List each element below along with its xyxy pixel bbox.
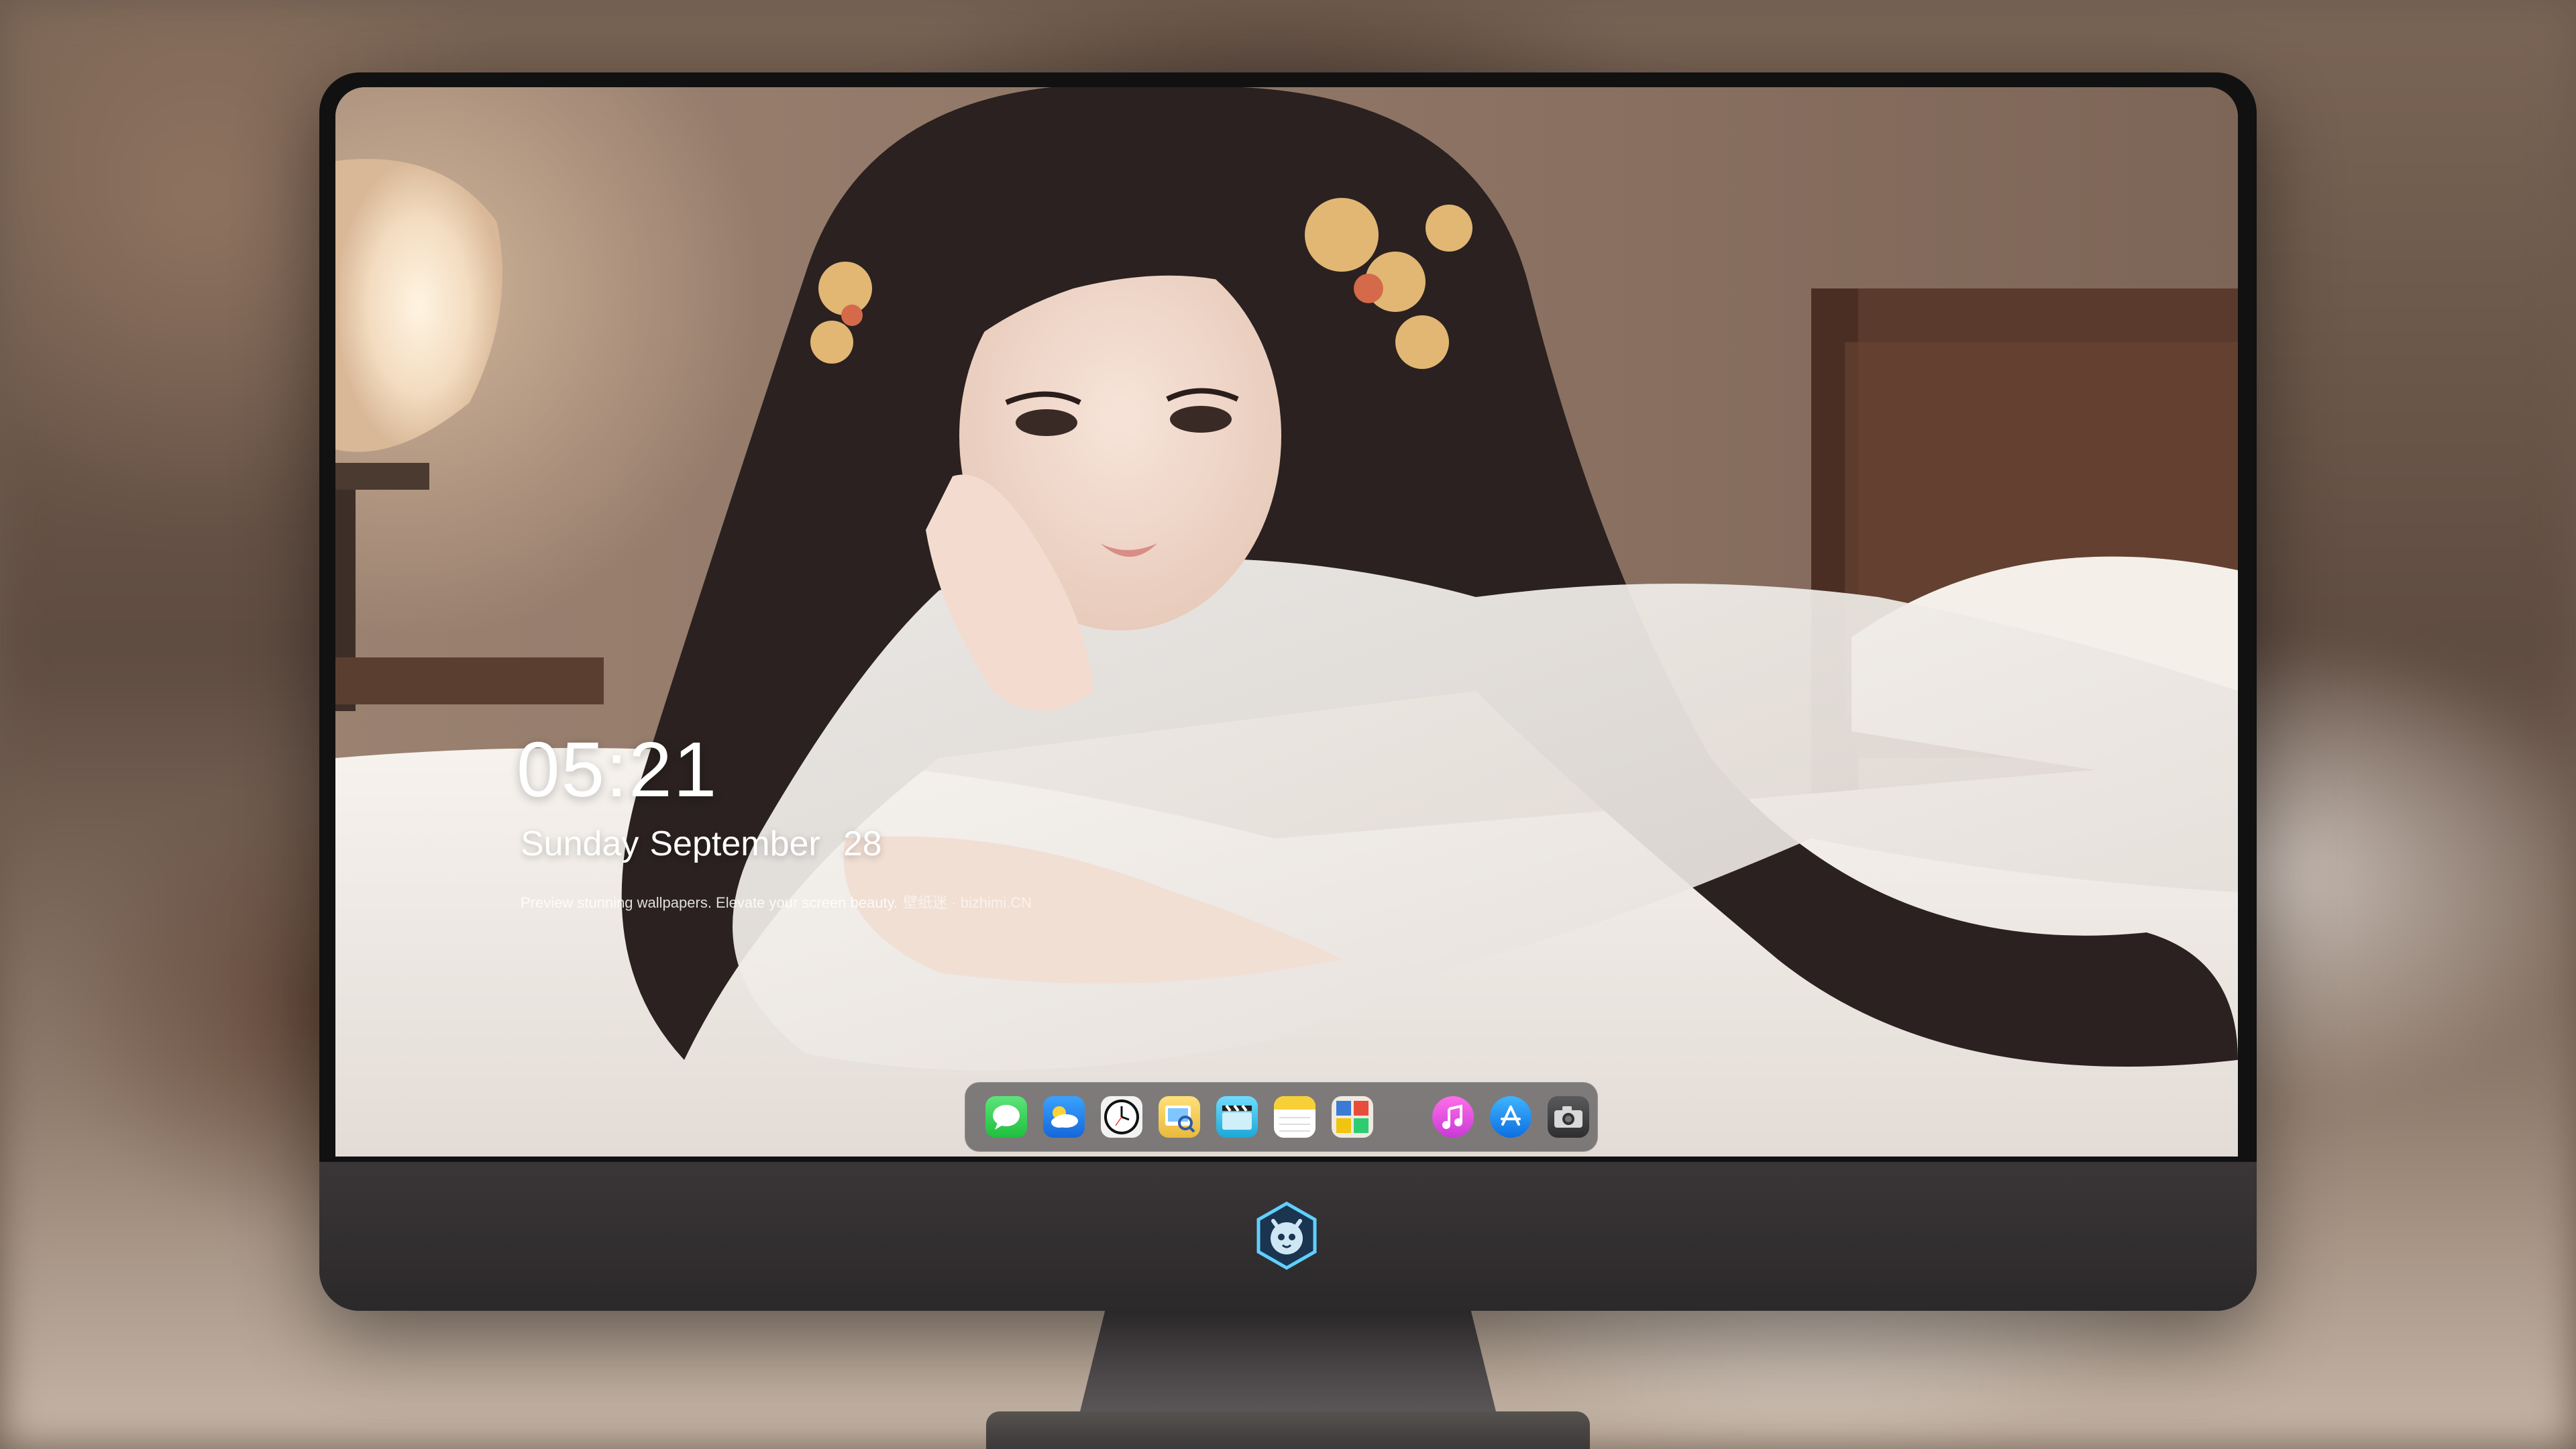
tagline-text: Preview stunning wallpapers. Elevate you… [521,894,898,911]
video-icon[interactable] [1216,1096,1258,1138]
wallpaper-image [335,87,2238,1157]
music-icon[interactable] [1432,1096,1474,1138]
dragon-badge-icon [1253,1201,1320,1271]
weather-icon[interactable] [1043,1096,1085,1138]
monitor-stand-base [986,1411,1590,1449]
lock-screen-time: 05:21 [517,726,718,813]
tagline-site: 壁纸迷 · bizhimi.CN [903,894,1032,911]
dock [965,1082,1598,1152]
notes-icon[interactable] [1274,1096,1316,1138]
date-weekday: Sunday [521,824,639,863]
monitor-stand [1080,1311,1496,1411]
camera-icon[interactable] [1548,1096,1589,1138]
wallpaper-tagline: Preview stunning wallpapers. Elevate you… [521,891,1032,912]
desktop-screen: 05:21 Sunday September 28 Preview stunning… [335,87,2238,1157]
date-day: 28 [843,824,882,863]
lock-screen-date: Sunday September 28 [521,824,882,864]
clock-icon[interactable] [1101,1096,1142,1138]
messages-icon[interactable] [985,1096,1027,1138]
preview-icon[interactable] [1159,1096,1200,1138]
date-month: September [649,824,820,863]
app-store-icon[interactable] [1490,1096,1532,1138]
photo-booth-icon[interactable] [1332,1096,1373,1138]
